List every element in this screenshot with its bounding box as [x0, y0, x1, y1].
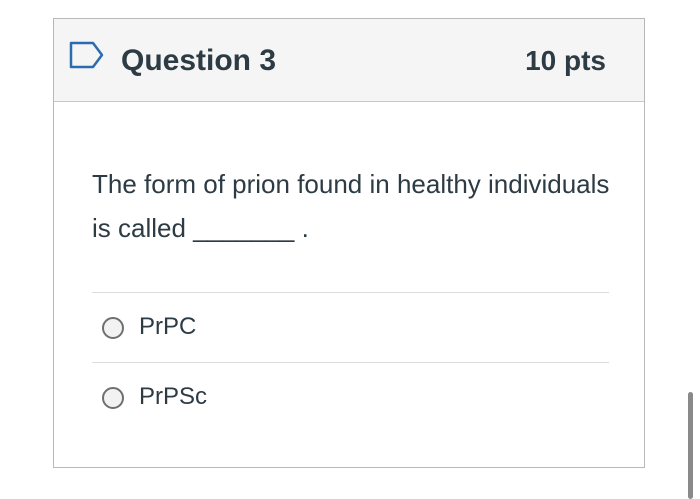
question-text: The form of prion found in healthy indiv…: [92, 169, 610, 243]
answer-list: PrPC PrPSc: [92, 292, 609, 432]
question-points: 10 pts: [525, 45, 606, 76]
question-header: Question 3 10 pts: [54, 19, 644, 102]
flag-question-icon[interactable]: [69, 41, 105, 69]
scrollbar[interactable]: [688, 392, 693, 499]
answer-label: PrPSc: [139, 383, 208, 410]
radio-button[interactable]: [102, 317, 124, 339]
answer-option[interactable]: PrPSc: [92, 362, 609, 432]
answer-label: PrPC: [139, 313, 197, 340]
answer-option[interactable]: PrPC: [92, 292, 609, 362]
question-card: Question 3 10 pts The form of prion foun…: [53, 18, 645, 468]
question-title: Question 3: [121, 44, 277, 77]
radio-button[interactable]: [102, 387, 124, 409]
